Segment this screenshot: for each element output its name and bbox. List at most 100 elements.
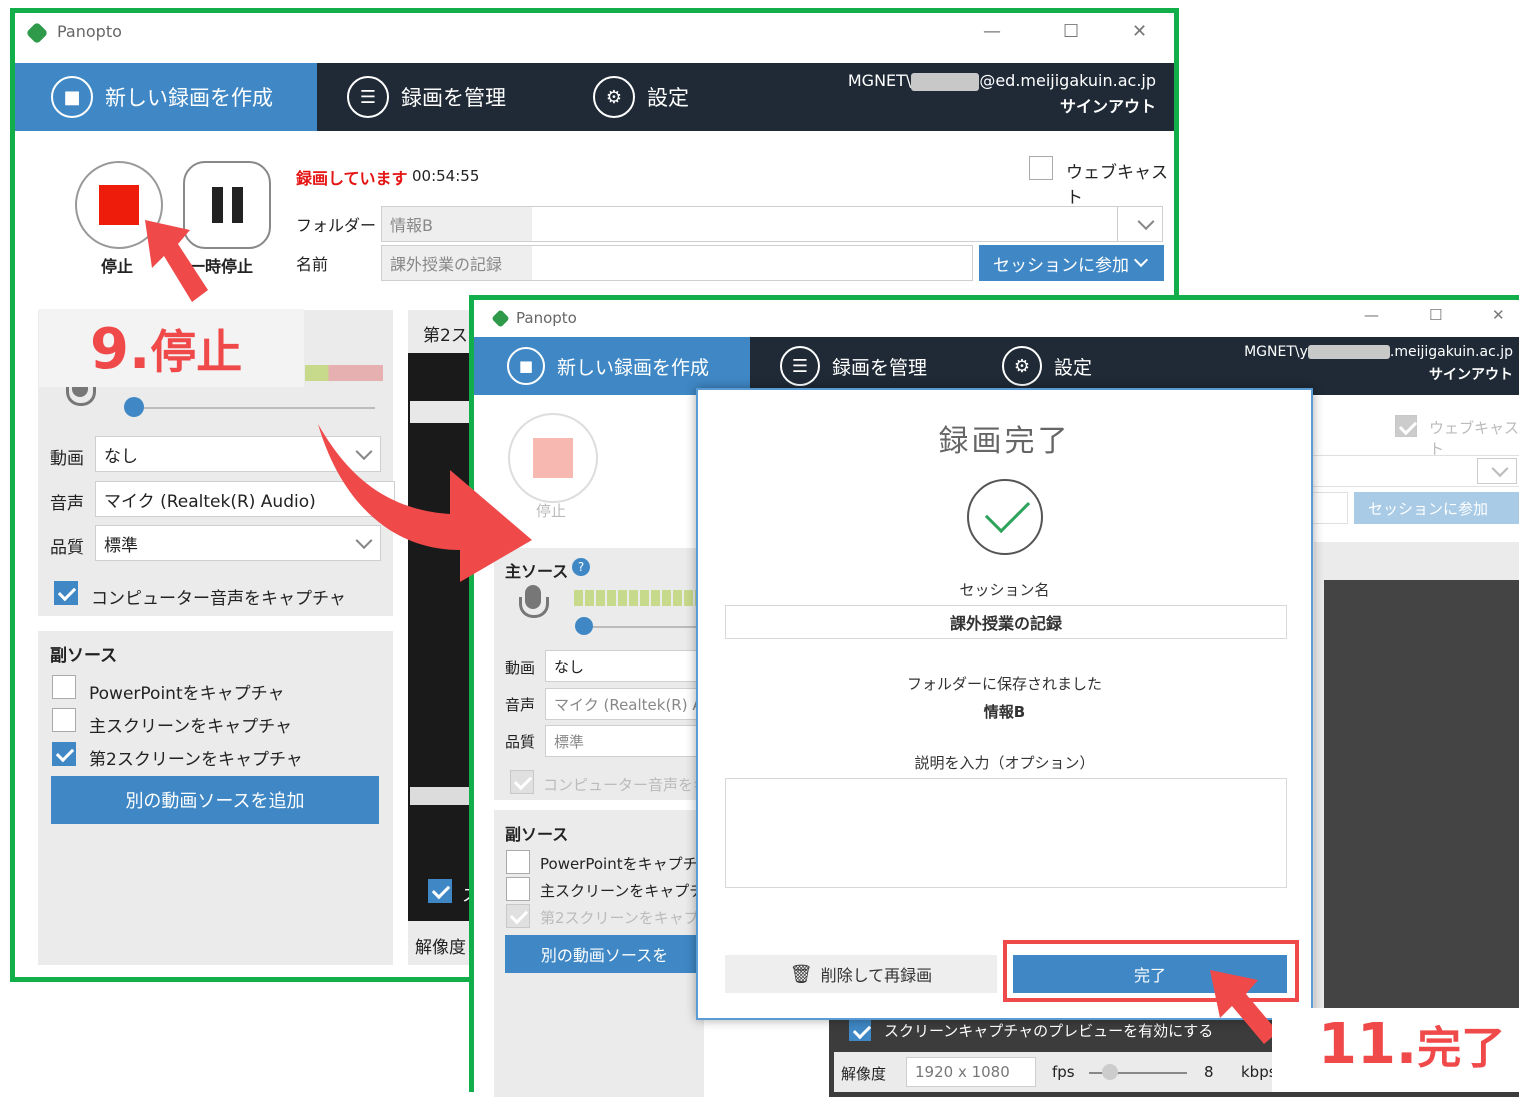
main-screen-label: 主スクリーンをキャプチャ xyxy=(89,717,292,737)
audio-select[interactable]: マイク (Realtek(R) A xyxy=(545,688,704,720)
redaction xyxy=(911,72,980,91)
main-nav: ■ 新しい録画を作成 ☰ 録画を管理 ⚙ 設定 MGNET\ @ed.meijig… xyxy=(15,63,1174,131)
user-prefix: MGNET\y xyxy=(1244,344,1308,360)
volume-slider-thumb[interactable] xyxy=(124,397,144,417)
user-suffix: @ed.meijigakuin.ac.jp xyxy=(979,71,1156,90)
description-textarea[interactable] xyxy=(725,778,1287,888)
capture-audio-checkbox[interactable] xyxy=(54,581,78,605)
video-label: 動画 xyxy=(50,449,84,469)
camera-icon: ■ xyxy=(51,76,93,118)
tab-label: 録画を管理 xyxy=(832,356,928,379)
powerpoint-label: PowerPointをキャプチャ xyxy=(540,855,713,873)
main-screen-checkbox[interactable] xyxy=(52,708,76,732)
second-screen-label: 第2スクリーンをキャプチャ xyxy=(89,750,303,770)
tab-label: 新しい録画を作成 xyxy=(105,86,273,110)
main-nav: ■ 新しい録画を作成 ☰ 録画を管理 ⚙ 設定 MGNET\y .meijigak… xyxy=(474,337,1519,395)
powerpoint-label: PowerPointをキャプチャ xyxy=(89,684,285,704)
minimize-icon[interactable]: — xyxy=(983,21,1001,42)
volume-slider[interactable] xyxy=(582,626,704,628)
tab-settings[interactable]: ⚙ 設定 xyxy=(593,63,689,131)
powerpoint-checkbox[interactable] xyxy=(52,675,76,699)
tab-new-recording[interactable]: ■ 新しい録画を作成 xyxy=(474,337,750,395)
help-icon[interactable]: ? xyxy=(572,558,590,576)
name-input[interactable]: 課外授業の記録 xyxy=(381,245,973,281)
maximize-icon[interactable]: ☐ xyxy=(1429,306,1442,324)
tab-manage[interactable]: ☰ 録画を管理 xyxy=(347,63,506,131)
preview-capture-label: スクリーンキャプチャのプレビューを有効にする xyxy=(884,1022,1214,1040)
session-name-value: 課外授業の記録 xyxy=(949,614,1062,633)
description-label: 説明を入力（オプション） xyxy=(914,754,1095,772)
second-screen-checkbox[interactable] xyxy=(506,904,530,928)
tab-settings[interactable]: ⚙ 設定 xyxy=(1002,337,1092,395)
dropdown-button[interactable] xyxy=(1117,207,1162,241)
maximize-icon[interactable]: ☐ xyxy=(1063,21,1079,42)
camera-icon: ■ xyxy=(507,347,545,385)
title-bar: Panopto — ☐ ✕ xyxy=(474,300,1519,336)
quality-select[interactable]: 標準 xyxy=(545,725,704,757)
close-icon[interactable]: ✕ xyxy=(1492,306,1505,324)
list-icon: ☰ xyxy=(347,76,389,118)
user-info: MGNET\y .meijigakuin.ac.jp サインアウト xyxy=(1244,341,1513,387)
app-title: Panopto xyxy=(516,309,577,327)
video-value: なし xyxy=(104,446,138,467)
saved-folder: 情報B xyxy=(983,703,1026,721)
folder-select[interactable]: 情報B xyxy=(381,206,1163,242)
resolution-value: 1920 x 1080 xyxy=(915,1063,1010,1081)
name-label: 名前 xyxy=(296,255,329,274)
audio-value: マイク (Realtek(R) A xyxy=(554,695,703,714)
add-source-button[interactable]: 別の動画ソースを xyxy=(505,935,704,973)
main-screen-checkbox[interactable] xyxy=(506,877,530,901)
recording-status: 録画しています xyxy=(296,169,408,188)
preview-capture-checkbox[interactable] xyxy=(849,1019,871,1041)
secondary-title: 副ソース xyxy=(50,646,118,666)
powerpoint-checkbox[interactable] xyxy=(506,850,530,874)
tab-new-recording[interactable]: ■ 新しい録画を作成 xyxy=(15,63,317,131)
chevron-down-icon xyxy=(1133,252,1149,268)
folder-select[interactable] xyxy=(1304,455,1519,487)
volume-slider[interactable] xyxy=(127,407,375,409)
session-name-label: セッション名 xyxy=(959,581,1050,599)
video-select[interactable]: なし xyxy=(545,650,704,682)
capture-audio-checkbox[interactable] xyxy=(510,770,534,794)
sign-out-link[interactable]: サインアウト xyxy=(1429,367,1513,383)
sign-out-link[interactable]: サインアウト xyxy=(1060,97,1156,116)
quality-label: 品質 xyxy=(505,733,536,751)
user-info: MGNET\ @ed.meijigakuin.ac.jp サインアウト xyxy=(848,68,1156,120)
check-circle-icon xyxy=(967,479,1043,555)
resolution-select[interactable]: 1920 x 1080 xyxy=(906,1057,1036,1087)
join-session-label: セッションに参加 xyxy=(993,255,1129,276)
mic-icon xyxy=(516,585,550,631)
volume-slider-thumb[interactable] xyxy=(575,617,593,635)
close-icon[interactable]: ✕ xyxy=(1132,21,1147,42)
step9-callout: 9.停止 xyxy=(90,318,242,384)
minimize-icon[interactable]: — xyxy=(1364,306,1379,324)
capture-audio-label: コンピューター音声をキャプチャ xyxy=(91,589,346,609)
webcast-label: ウェブキャスト xyxy=(1066,163,1168,208)
fps-value: 8 xyxy=(1204,1063,1214,1081)
join-session-button[interactable]: セッションに参加 xyxy=(979,245,1164,281)
delete-rerecord-label: 削除して再録画 xyxy=(820,966,933,985)
webcast-checkbox[interactable] xyxy=(1395,415,1417,437)
folder-label: フォルダー xyxy=(296,216,377,235)
delete-rerecord-button[interactable]: 🗑 削除して再録画 xyxy=(725,955,997,993)
preview-checkbox[interactable] xyxy=(428,879,452,903)
dropdown-button[interactable] xyxy=(1477,458,1517,484)
webcast-checkbox[interactable] xyxy=(1029,156,1053,180)
second-screen-checkbox[interactable] xyxy=(52,742,76,766)
fps-slider-thumb[interactable] xyxy=(1102,1064,1118,1080)
step11-text: 完了 xyxy=(1417,1023,1506,1074)
saved-label: フォルダーに保存されました xyxy=(906,675,1102,693)
step11-callout: 11.完了 xyxy=(1318,1012,1505,1082)
trash-icon: 🗑 xyxy=(789,963,813,985)
chevron-down-icon xyxy=(1137,213,1155,231)
join-session-button[interactable]: セッションに参加 xyxy=(1354,492,1519,524)
flow-arrow-icon xyxy=(318,424,532,582)
panopto-logo-icon xyxy=(491,309,510,328)
gear-icon: ⚙ xyxy=(593,76,635,118)
tab-manage[interactable]: ☰ 録画を管理 xyxy=(780,337,927,395)
stop-label: 停止 xyxy=(101,257,134,276)
session-name-field[interactable]: 課外授業の記録 xyxy=(725,605,1287,639)
step9-arrow-icon xyxy=(145,220,208,302)
add-source-button[interactable]: 別の動画ソースを追加 xyxy=(51,776,379,824)
elapsed-time: 00:54:55 xyxy=(412,167,480,185)
